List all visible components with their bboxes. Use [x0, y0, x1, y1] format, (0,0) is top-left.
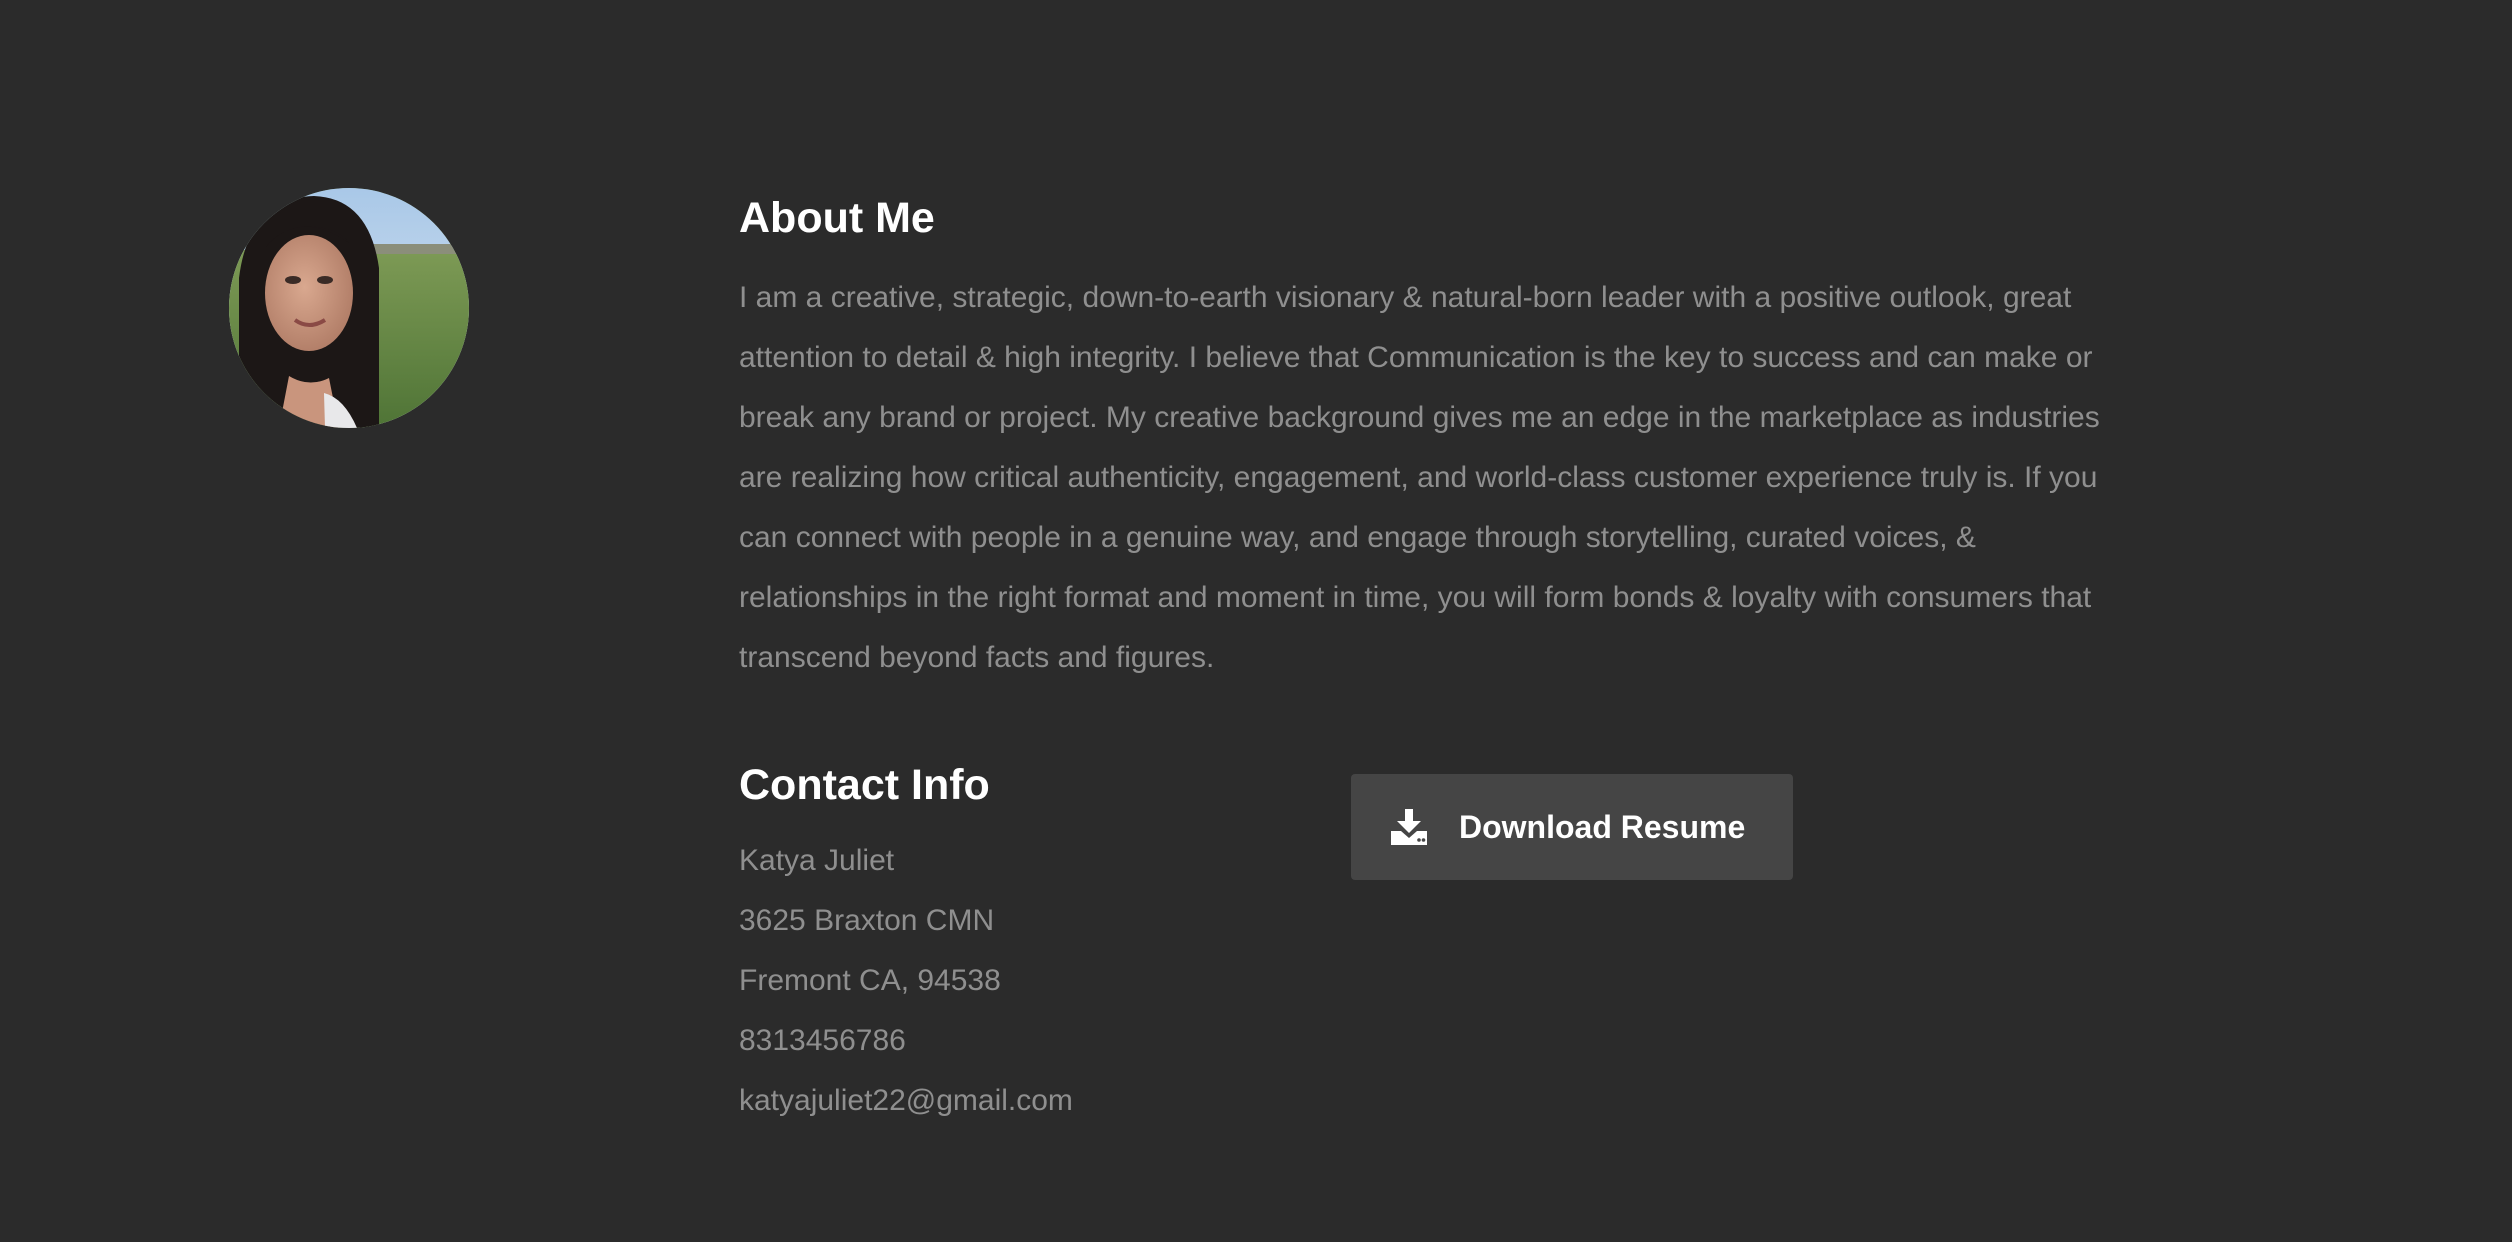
contact-heading: Contact Info — [739, 761, 990, 809]
about-heading: About Me — [739, 194, 935, 242]
contact-row: Contact Info Katya Juliet 3625 Braxton C… — [739, 755, 2139, 1155]
contact-info: Contact Info Katya Juliet 3625 Braxton C… — [739, 755, 1299, 1131]
about-text: I am a creative, strategic, down-to-eart… — [739, 281, 2100, 674]
contact-list: Katya Juliet 3625 Braxton CMN Fremont CA… — [739, 831, 1299, 1131]
contact-phone: 8313456786 — [739, 1024, 906, 1057]
download-icon — [1389, 807, 1429, 847]
download-resume-label: Download Resume — [1459, 808, 1746, 845]
about-section: About Me I am a creative, strategic, dow… — [0, 0, 2512, 1242]
download-resume-button[interactable]: Download Resume — [1351, 774, 1793, 880]
contact-city: Fremont CA, 94538 — [739, 964, 1001, 997]
contact-email[interactable]: katyajuliet22@gmail.com — [739, 1071, 1299, 1131]
contact-name: Katya Juliet — [739, 844, 895, 877]
contact-street: 3625 Braxton CMN — [739, 904, 995, 937]
profile-photo — [229, 188, 469, 428]
content-column: About Me I am a creative, strategic, dow… — [739, 188, 2139, 1155]
